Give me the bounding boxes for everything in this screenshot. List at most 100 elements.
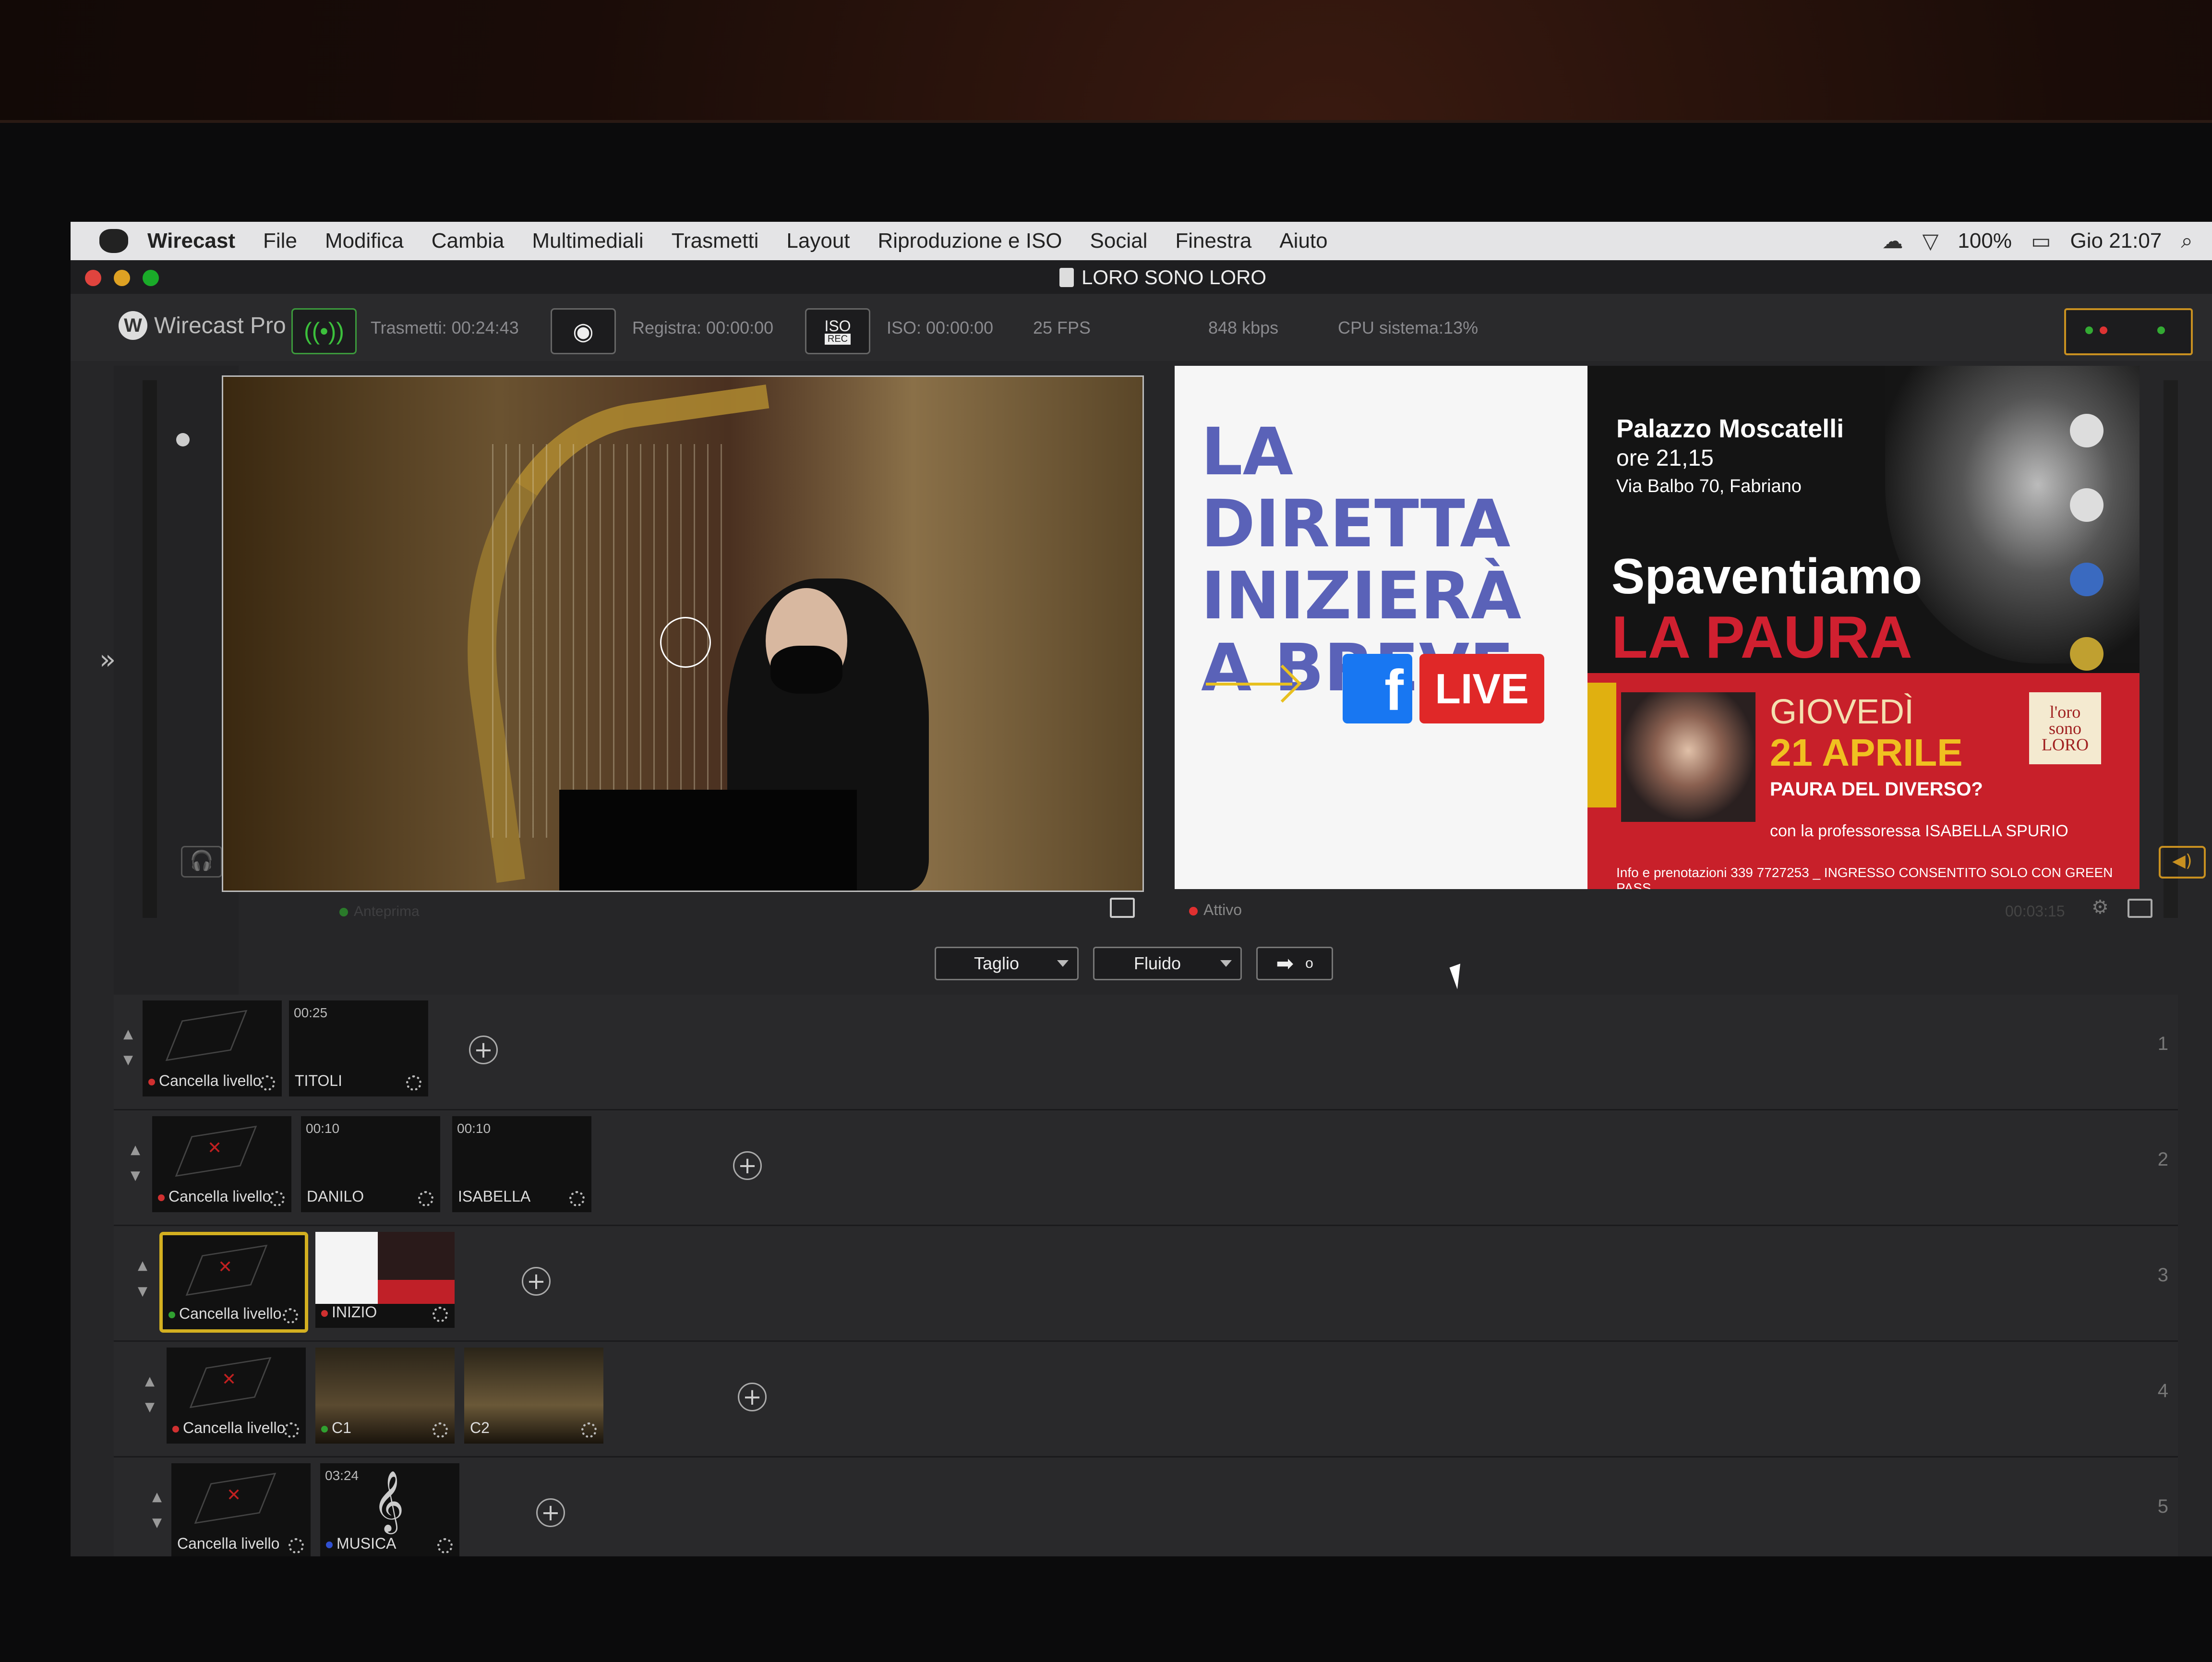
- shot-name-text: Cancella livello: [179, 1305, 282, 1322]
- menu-aiuto[interactable]: Aiuto: [1279, 229, 1327, 253]
- wirecast-logo: W Wirecast Pro: [119, 311, 286, 340]
- shot-clear-layer[interactable]: ✕ Cancella livello: [167, 1348, 306, 1444]
- clock[interactable]: Gio 21:07: [2070, 229, 2162, 253]
- preview-monitor[interactable]: [222, 375, 1144, 892]
- layer-number: 4: [2157, 1380, 2168, 1401]
- go-transition-button[interactable]: ➡ o: [1256, 947, 1333, 980]
- creative-cloud-icon[interactable]: ☁: [1882, 229, 1903, 253]
- battery-icon[interactable]: ▭: [2031, 229, 2051, 253]
- add-shot-button[interactable]: +: [469, 1036, 498, 1064]
- menu-social[interactable]: Social: [1090, 229, 1148, 253]
- gear-icon[interactable]: [433, 1422, 448, 1438]
- smooth-transition-select[interactable]: Fluido: [1093, 947, 1242, 980]
- close-window-button[interactable]: [85, 270, 101, 286]
- shot-clear-layer-selected[interactable]: ✕ Cancella livello: [159, 1232, 308, 1333]
- shot-c1[interactable]: C1: [315, 1348, 455, 1444]
- shot-name: Cancella livello: [172, 1419, 285, 1437]
- menu-multimediali[interactable]: Multimediali: [532, 229, 643, 253]
- program-display-icon[interactable]: [2128, 899, 2152, 918]
- program-label-text: Attivo: [1203, 901, 1242, 918]
- menu-file[interactable]: File: [263, 229, 297, 253]
- add-shot-button[interactable]: +: [733, 1151, 762, 1180]
- gear-icon[interactable]: [581, 1422, 597, 1438]
- layer-reorder-arrows[interactable]: ▲ ▼: [152, 1484, 162, 1536]
- gear-icon[interactable]: [437, 1538, 453, 1554]
- yellow-arrow-icon: [1206, 683, 1292, 686]
- layer-reorder-arrows[interactable]: ▲ ▼: [145, 1368, 155, 1420]
- layer-number: 5: [2157, 1496, 2168, 1517]
- menu-app-name[interactable]: Wirecast: [147, 229, 235, 253]
- layer-row: ▲ ▼ ✕ Cancella livello 00:10 DANILO 00:10…: [114, 1110, 2178, 1226]
- shot-inizio[interactable]: INIZIO: [315, 1232, 455, 1328]
- layer-number: 1: [2157, 1033, 2168, 1054]
- layer-reorder-arrows[interactable]: ▲ ▼: [123, 1021, 133, 1073]
- shot-status-dot: [148, 1078, 155, 1085]
- menu-layout[interactable]: Layout: [786, 229, 850, 253]
- gear-icon[interactable]: [289, 1538, 304, 1554]
- menu-cambia[interactable]: Cambia: [432, 229, 505, 253]
- shot-clear-layer[interactable]: ✕ Cancella livello: [152, 1116, 291, 1212]
- thumb-program-band: [378, 1280, 455, 1304]
- preview-display-icon[interactable]: [1110, 898, 1135, 918]
- shot-titoli[interactable]: 00:25 TITOLI: [289, 1000, 428, 1096]
- apple-icon[interactable]: [99, 229, 128, 253]
- shot-name: C1: [321, 1419, 351, 1437]
- wifi-icon[interactable]: ▽: [1923, 229, 1939, 253]
- gear-icon[interactable]: [260, 1075, 275, 1091]
- position-crosshair-handle[interactable]: [660, 617, 711, 668]
- cut-transition-select[interactable]: Taglio: [935, 947, 1079, 980]
- shot-musica[interactable]: 03:24 𝄞 MUSICA: [320, 1463, 459, 1556]
- shot-danilo[interactable]: 00:10 DANILO: [301, 1116, 440, 1212]
- layer-reorder-arrows[interactable]: ▲ ▼: [131, 1137, 140, 1189]
- badge-line-2: sono: [2048, 719, 2081, 738]
- menu-finestra[interactable]: Finestra: [1175, 229, 1251, 253]
- shot-status-dot: [326, 1541, 333, 1548]
- audio-meter-left: [143, 380, 157, 918]
- add-shot-button[interactable]: +: [738, 1383, 767, 1411]
- layer-reorder-arrows[interactable]: ▲ ▼: [138, 1253, 147, 1304]
- record-button[interactable]: ◉: [551, 308, 616, 354]
- stream-button[interactable]: ((•)): [291, 308, 357, 354]
- shot-layers: ▲ ▼ Cancella livello 00:25 TITOLI + 1 ▲ ▼ …: [114, 995, 2212, 1556]
- add-shot-button[interactable]: +: [522, 1267, 551, 1296]
- minimize-window-button[interactable]: [114, 270, 130, 286]
- chevron-down-icon: [1057, 960, 1069, 967]
- gear-icon[interactable]: [283, 1308, 298, 1324]
- headphones-icon[interactable]: 🎧: [181, 846, 222, 878]
- shot-duration: 00:10: [457, 1121, 491, 1136]
- gear-icon[interactable]: [284, 1422, 299, 1438]
- shot-isabella[interactable]: 00:10 ISABELLA: [452, 1116, 591, 1212]
- status-dot-green-2: [2157, 326, 2165, 334]
- program-left-panel: LA DIRETTA INIZIERÀ A BREVE f LIVE: [1175, 366, 1587, 889]
- gear-icon[interactable]: [569, 1191, 585, 1206]
- output-status-indicator[interactable]: [2064, 308, 2193, 355]
- speaker-icon[interactable]: ◀): [2159, 846, 2206, 879]
- gear-icon[interactable]: [433, 1307, 448, 1322]
- audio-slider-handle[interactable]: [176, 433, 190, 446]
- gear-icon[interactable]: [418, 1191, 433, 1206]
- add-shot-button[interactable]: +: [536, 1498, 565, 1527]
- stream-timer: Trasmetti: 00:24:43: [371, 318, 519, 337]
- program-monitor[interactable]: LA DIRETTA INIZIERÀ A BREVE f LIVE Palaz…: [1175, 366, 2140, 889]
- iso-record-button[interactable]: ISO REC: [805, 308, 870, 354]
- menu-trasmetti[interactable]: Trasmetti: [672, 229, 759, 253]
- shot-clear-layer[interactable]: ✕ Cancella livello: [171, 1463, 311, 1556]
- status-dot-red: [2100, 326, 2107, 334]
- layer-row: ▲ ▼ ✕ Cancella livello C1 C2 + 4: [114, 1342, 2178, 1457]
- menu-riproduzione[interactable]: Riproduzione e ISO: [878, 229, 1062, 253]
- menu-modifica[interactable]: Modifica: [325, 229, 404, 253]
- wirecast-logo-text: Wirecast Pro: [154, 313, 286, 338]
- shot-name: INIZIO: [321, 1303, 377, 1321]
- expand-sidebar-icon[interactable]: »: [99, 644, 116, 675]
- poster-title-line2: LA PAURA: [1611, 604, 1912, 671]
- search-icon[interactable]: ⌕: [2181, 229, 2193, 253]
- gear-icon[interactable]: [406, 1075, 421, 1091]
- shot-clear-layer[interactable]: Cancella livello: [143, 1000, 282, 1096]
- shot-name-text: Cancella livello: [183, 1419, 286, 1436]
- zoom-window-button[interactable]: [143, 270, 159, 286]
- smooth-transition-label: Fluido: [1133, 953, 1181, 973]
- shot-name-text: Cancella livello: [168, 1188, 271, 1205]
- gear-icon[interactable]: [269, 1191, 285, 1206]
- program-settings-gear-icon[interactable]: ⚙: [2092, 896, 2109, 918]
- shot-c2[interactable]: C2: [464, 1348, 603, 1444]
